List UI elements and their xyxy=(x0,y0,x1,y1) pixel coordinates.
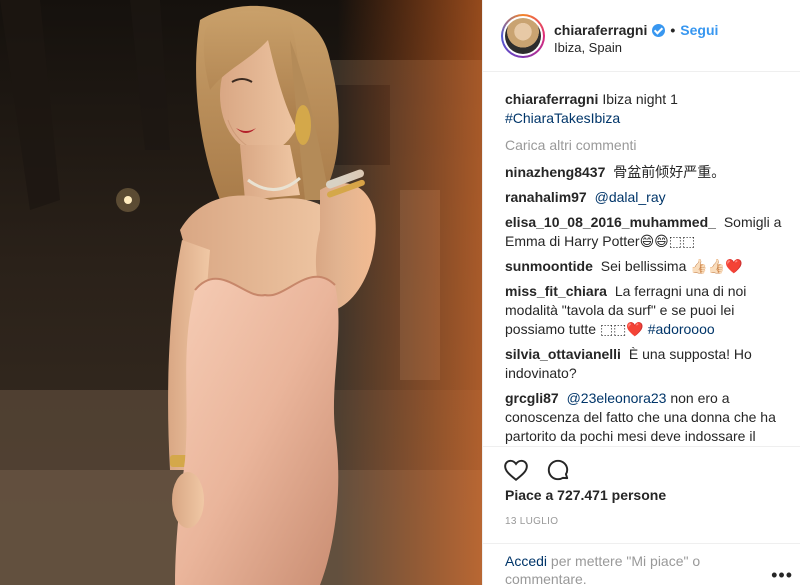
comment-icon[interactable] xyxy=(545,457,571,483)
comment-hashtag[interactable]: #adoroooo xyxy=(648,321,715,337)
avatar[interactable] xyxy=(501,14,545,58)
post-header: chiaraferragni • Segui Ibiza, Spain xyxy=(483,0,800,72)
caption-hashtag[interactable]: #ChiaraTakesIbiza xyxy=(505,110,620,126)
comment-username[interactable]: ninazheng8437 xyxy=(505,164,605,180)
comment-item: silvia_ottavianelli È una supposta! Ho i… xyxy=(505,345,783,383)
comment-item: sunmoontide Sei bellissima 👍🏻👍🏻❤️ xyxy=(505,257,783,276)
comment-item: miss_fit_chiara La ferragni una di noi m… xyxy=(505,282,783,339)
verified-badge-icon xyxy=(652,23,666,37)
comment-text: 骨盆前倾好严重。 xyxy=(613,164,726,180)
likes-count[interactable]: Piace a 727.471 persone xyxy=(505,487,666,503)
heart-icon[interactable] xyxy=(503,457,529,483)
post-date[interactable]: 13 LUGLIO xyxy=(505,516,558,527)
login-link[interactable]: Accedi xyxy=(505,553,547,569)
post-sidebar: chiaraferragni • Segui Ibiza, Spain chia… xyxy=(482,0,800,585)
header-separator: • xyxy=(670,22,676,38)
post-actions: Piace a 727.471 persone 13 LUGLIO Accedi… xyxy=(483,446,800,585)
login-prompt: Accedi per mettere "Mi piace" o commenta… xyxy=(483,543,800,585)
caption-username[interactable]: chiaraferragni xyxy=(505,91,598,107)
comment-mention[interactable]: @dalal_ray xyxy=(595,189,666,205)
post-image xyxy=(0,0,482,585)
comment-username[interactable]: grcgli87 xyxy=(505,390,559,406)
follow-button[interactable]: Segui xyxy=(680,22,718,38)
header-user-line: chiaraferragni • Segui xyxy=(554,22,718,38)
comment-mention[interactable]: @23eleonora23 xyxy=(567,390,667,406)
comments-list[interactable]: chiaraferragni Ibiza night 1 #ChiaraTakes… xyxy=(483,72,800,446)
comment-username[interactable]: miss_fit_chiara xyxy=(505,283,607,299)
comment-item: elisa_10_08_2016_muhammed_ Somigli a Emm… xyxy=(505,213,783,251)
header-username[interactable]: chiaraferragni xyxy=(554,22,647,38)
avatar-ring xyxy=(503,16,543,56)
load-more-comments[interactable]: Carica altri commenti xyxy=(505,136,783,155)
comment-item: grcgli87 @23eleonora23 non ero a conosce… xyxy=(505,389,783,446)
comment-username[interactable]: silvia_ottavianelli xyxy=(505,346,621,362)
comment-text: Sei bellissima 👍🏻👍🏻❤️ xyxy=(600,258,743,274)
action-icons xyxy=(503,457,571,483)
comment-item: ranahalim97 @dalal_ray xyxy=(505,188,783,207)
comment-username[interactable]: ranahalim97 xyxy=(505,189,587,205)
post-caption: chiaraferragni Ibiza night 1 #ChiaraTakes… xyxy=(505,90,783,128)
location-link[interactable]: Ibiza, Spain xyxy=(554,40,622,55)
more-options-icon[interactable]: ••• xyxy=(771,565,793,585)
post-photo xyxy=(0,0,482,585)
comment-username[interactable]: elisa_10_08_2016_muhammed_ xyxy=(505,214,716,230)
comment-item: ninazheng8437 骨盆前倾好严重。 xyxy=(505,163,783,182)
caption-text: Ibiza night 1 xyxy=(602,91,678,107)
comment-username[interactable]: sunmoontide xyxy=(505,258,593,274)
avatar-image xyxy=(505,18,541,54)
